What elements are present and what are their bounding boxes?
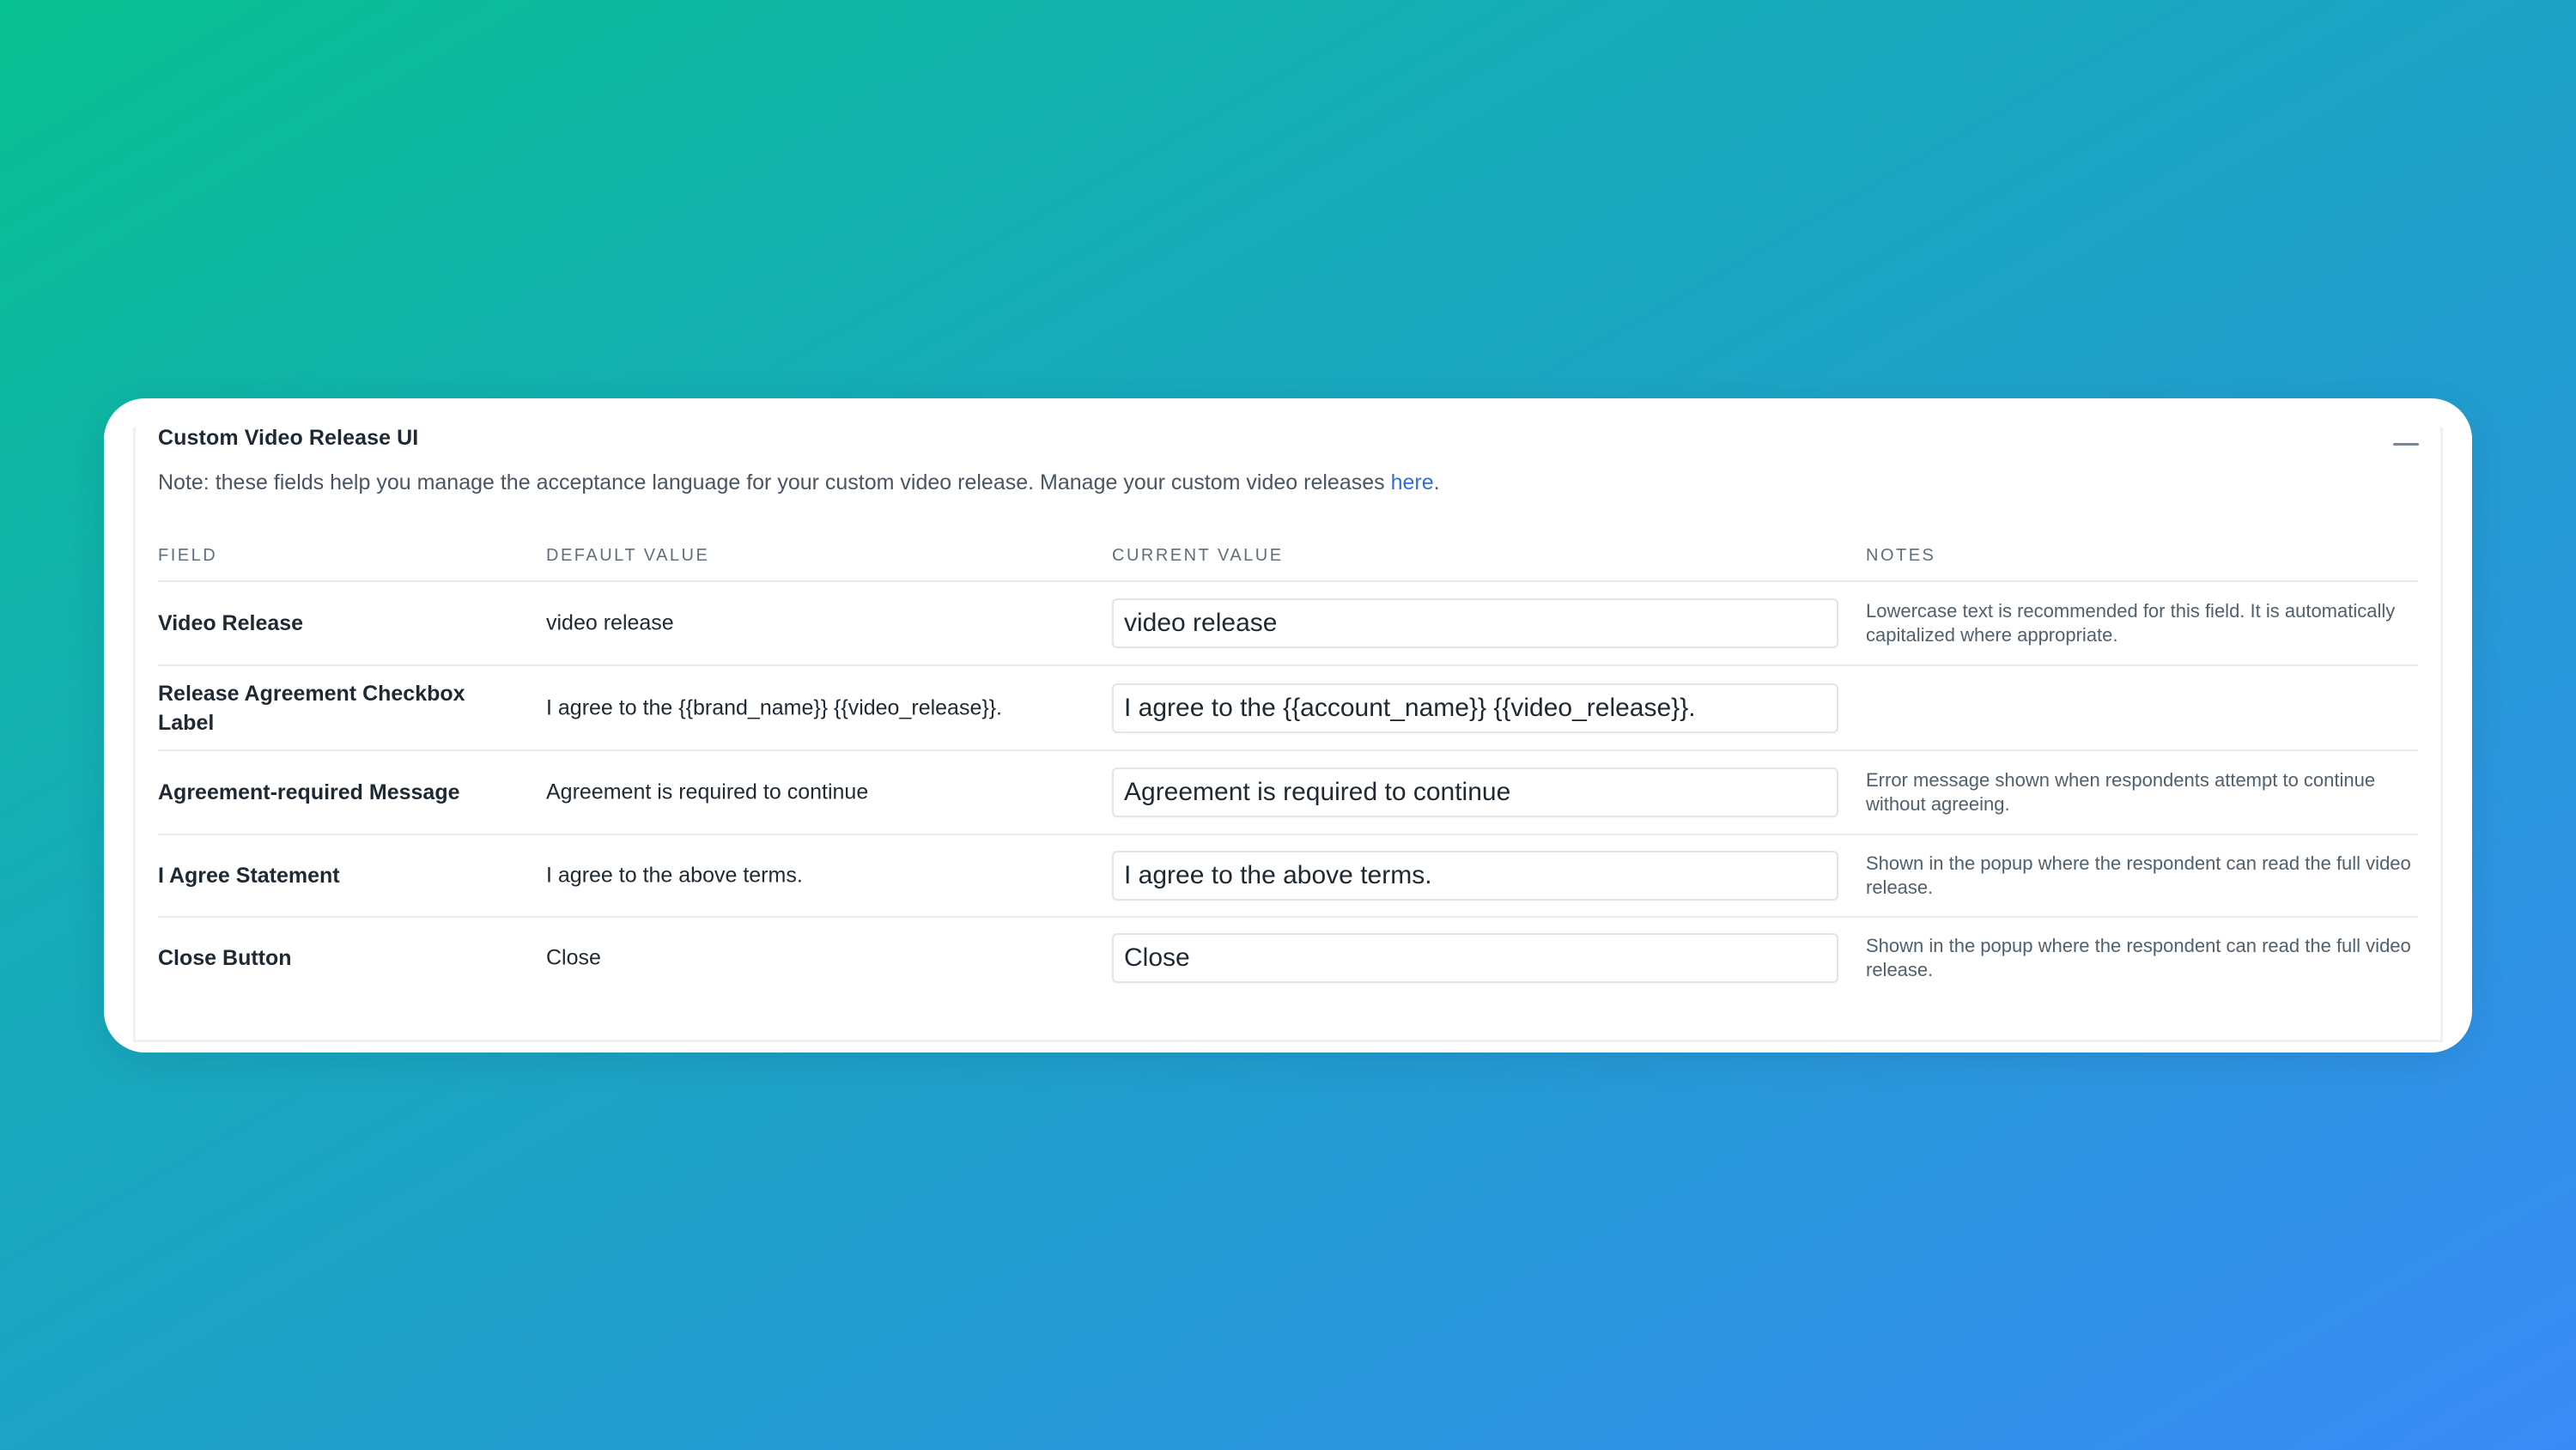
i-agree-input[interactable] (1112, 851, 1838, 901)
field-label: Close Button (158, 946, 292, 970)
field-label: Video Release (158, 611, 304, 635)
table-row-agreement-required: Agreement-required Message Agreement is … (158, 751, 2418, 835)
notes-text: Lowercase text is recommended for this f… (1866, 600, 2396, 646)
default-value: video release (546, 610, 674, 635)
manage-releases-link[interactable]: here (1391, 470, 1434, 494)
default-value: I agree to the above terms. (546, 863, 803, 888)
default-value: I agree to the {{brand_name}} {{video_re… (546, 695, 1003, 719)
field-label: Agreement-required Message (158, 780, 460, 804)
agreement-required-input[interactable] (1112, 767, 1838, 817)
notes-text: Error message shown when respondents att… (1866, 769, 2376, 815)
table-row-checkbox-label: Release Agreement Checkbox Label I agree… (158, 666, 2418, 751)
notes-text: Shown in the popup where the respondent … (1866, 935, 2411, 980)
minus-icon (2393, 443, 2419, 446)
header-default-value: DEFAULT VALUE (546, 546, 710, 565)
table-row-close-button: Close Button Close Shown in the popup wh… (158, 918, 2418, 998)
close-button-input[interactable] (1112, 933, 1838, 983)
notes-text: Shown in the popup where the respondent … (1866, 852, 2411, 898)
inner-border-bottom (133, 1040, 2443, 1042)
card-title: Custom Video Release UI (158, 426, 419, 450)
custom-video-release-card: Custom Video Release UI Note: these fiel… (104, 398, 2472, 1053)
fields-table: FIELD DEFAULT VALUE CURRENT VALUE NOTES … (158, 543, 2418, 998)
collapse-button[interactable] (2393, 436, 2419, 453)
inner-border-left (133, 428, 136, 1042)
default-value: Agreement is required to continue (546, 780, 869, 804)
note-suffix: . (1433, 470, 1440, 494)
table-row-i-agree: I Agree Statement I agree to the above t… (158, 835, 2418, 918)
default-value: Close (546, 945, 601, 970)
header-current-value: CURRENT VALUE (1112, 546, 1284, 565)
field-label: I Agree Statement (158, 864, 340, 888)
inner-border-right (2440, 428, 2443, 1042)
checkbox-label-input[interactable] (1112, 683, 1838, 733)
video-release-input[interactable] (1112, 598, 1838, 648)
table-header: FIELD DEFAULT VALUE CURRENT VALUE NOTES (158, 543, 2418, 582)
note-prefix: Note: these fields help you manage the a… (158, 470, 1391, 494)
header-notes: NOTES (1866, 546, 1936, 565)
header-field: FIELD (158, 546, 218, 565)
note-text: Note: these fields help you manage the a… (158, 470, 1440, 495)
table-row-video-release: Video Release video release Lowercase te… (158, 582, 2418, 666)
field-label: Release Agreement Checkbox Label (158, 681, 465, 735)
